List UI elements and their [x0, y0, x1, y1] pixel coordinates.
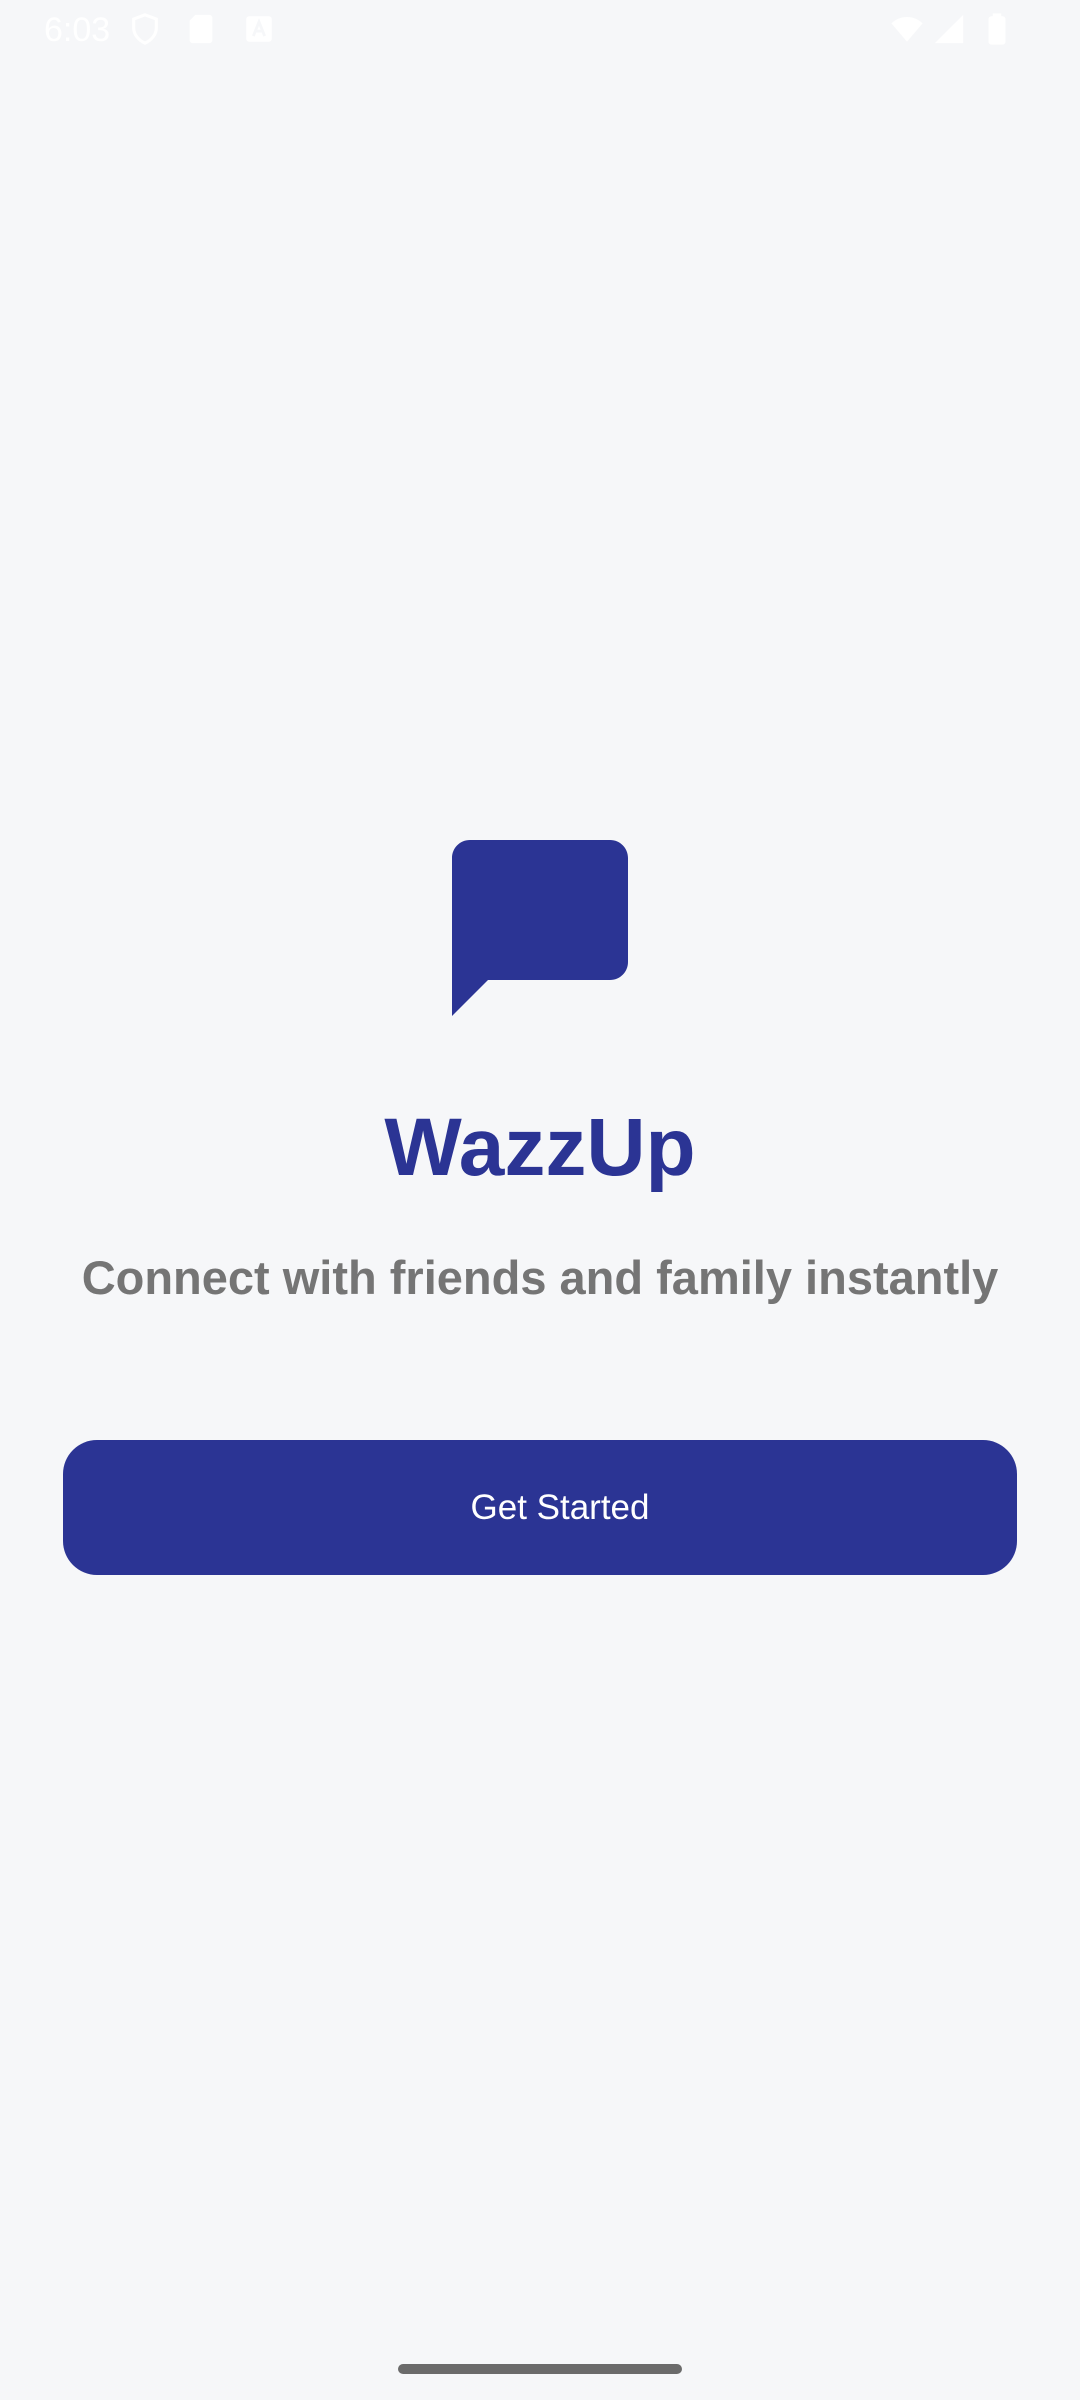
font-icon	[246, 16, 272, 42]
get-started-button[interactable]: Get Started	[63, 1440, 1017, 1575]
status-bar: 6:03	[0, 0, 1080, 62]
app-title: WazzUp	[384, 1102, 696, 1193]
welcome-screen: 6:03 WazzUp Connect with friends and fam…	[0, 0, 1080, 2400]
sim-card-icon	[189, 14, 213, 44]
battery-icon	[988, 13, 1006, 45]
get-started-label: Get Started	[470, 1487, 650, 1527]
chat-bubble-icon	[452, 840, 628, 1016]
wifi-icon	[891, 16, 923, 42]
shield-icon	[132, 13, 158, 45]
tagline: Connect with friends and family instantl…	[81, 1251, 999, 1304]
signal-icon	[934, 14, 964, 44]
gesture-nav-handle[interactable]	[398, 2364, 682, 2374]
status-time: 6:03	[44, 11, 111, 49]
